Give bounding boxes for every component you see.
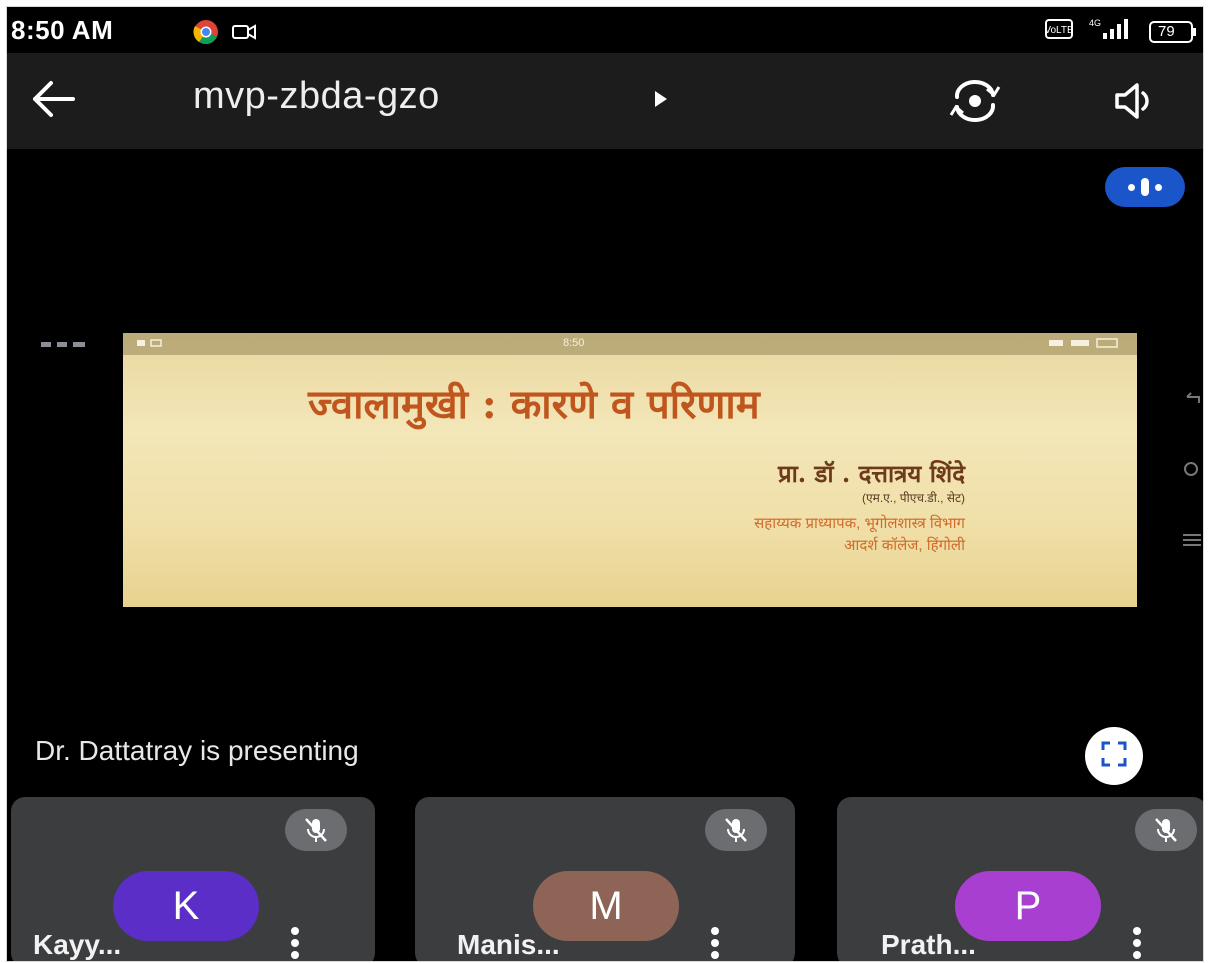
slide-title: ज्वालामुखी : कारणे व परिणाम: [308, 381, 760, 428]
participant-tile[interactable]: K Kayy...: [11, 797, 375, 961]
chrome-icon: [193, 19, 219, 50]
audio-activity-indicator: [1105, 167, 1185, 207]
expand-arrow-icon[interactable]: [652, 89, 670, 114]
volte-icon: VoLTE: [1044, 18, 1074, 45]
shared-slide: 8:50 ज्वालामुखी : कारणे व परिणाम प्रा. ड…: [123, 333, 1137, 607]
slide-author: प्रा. डॉ . दत्तात्रय शिंदे: [777, 459, 965, 488]
status-bar: 8:50 AM VoLTE 4G 79: [7, 7, 1203, 53]
more-options-icon[interactable]: [289, 923, 301, 961]
status-time: 8:50 AM: [11, 15, 114, 45]
participant-name: Prath...: [881, 929, 976, 960]
camera-flip-icon[interactable]: [947, 77, 1003, 130]
signal-icon: 4G: [1087, 17, 1135, 46]
battery-icon: 79: [1149, 20, 1197, 44]
more-options-icon[interactable]: [709, 923, 721, 961]
more-options-icon[interactable]: [1131, 923, 1143, 961]
mic-muted-icon: [705, 809, 767, 851]
avatar: P: [955, 871, 1101, 941]
slide-designation: सहाय्यक प्राध्यापक, भूगोलशास्त्र विभाग: [754, 515, 965, 532]
slide-status-icons: [137, 337, 167, 352]
slide-status-time: 8:50: [563, 337, 585, 349]
mic-muted-icon: [1135, 809, 1197, 851]
presentation-stage: 8:50 ज्वालामुखी : कारणे व परिणाम प्रा. ड…: [7, 149, 1203, 787]
svg-text:VoLTE: VoLTE: [1045, 25, 1073, 36]
battery-level: 79: [1158, 22, 1175, 40]
participant-tile[interactable]: P Prath...: [837, 797, 1203, 961]
participant-name: Kayy...: [33, 929, 122, 960]
avatar: K: [113, 871, 259, 941]
meeting-header: mvp-zbda-gzo: [7, 53, 1203, 149]
network-type: 4G: [1089, 18, 1101, 28]
meet-screen: 8:50 AM VoLTE 4G 79 mvp-zbda-gzo 8:50 ज्…: [6, 6, 1204, 962]
shared-screen-nav-buttons: [1177, 389, 1203, 549]
participant-name: Manis...: [457, 929, 560, 960]
video-notification-icon: [231, 21, 257, 48]
speaker-icon[interactable]: [1111, 81, 1159, 126]
fullscreen-icon: [1100, 740, 1128, 773]
participant-tile[interactable]: M Manis...: [415, 797, 795, 961]
mic-muted-icon: [285, 809, 347, 851]
slide-status-right-icons: [1049, 337, 1119, 352]
fullscreen-button[interactable]: [1085, 727, 1143, 785]
participant-tiles: K Kayy... M Manis... P Prath...: [7, 787, 1203, 961]
slide-device-statusbar: 8:50: [123, 333, 1137, 355]
meeting-code[interactable]: mvp-zbda-gzo: [193, 75, 440, 118]
back-arrow-icon[interactable]: [25, 75, 81, 123]
presenting-label: Dr. Dattatray is presenting: [35, 735, 359, 766]
slide-degrees: (एम.ए., पीएच.डी., सेट): [862, 491, 965, 505]
slide-college: आदर्श कॉलेज, हिंगोली: [844, 537, 965, 554]
